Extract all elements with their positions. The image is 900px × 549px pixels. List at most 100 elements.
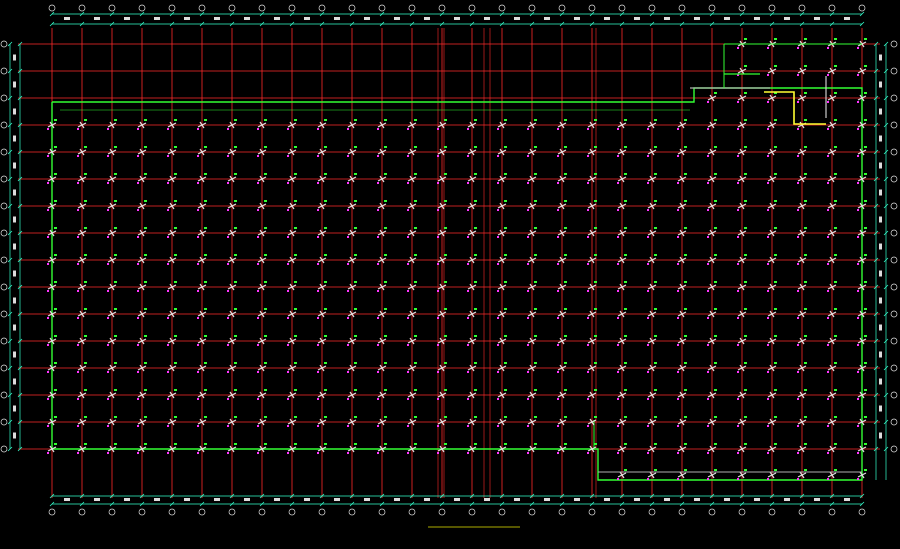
pile-dot bbox=[407, 317, 409, 319]
pile-tag bbox=[744, 119, 747, 121]
pile-dot bbox=[77, 236, 79, 238]
pile-dot bbox=[617, 344, 619, 346]
pile-tag bbox=[564, 254, 567, 256]
pile-dot bbox=[797, 236, 799, 238]
pile-dot bbox=[107, 344, 109, 346]
pile-tag bbox=[204, 200, 207, 202]
pile-dot bbox=[677, 317, 679, 319]
pile-dot bbox=[167, 452, 169, 454]
pile-dot bbox=[287, 263, 289, 265]
pile-tag bbox=[294, 362, 297, 364]
pile-dot bbox=[377, 371, 379, 373]
pile-tag bbox=[804, 200, 807, 202]
pile-dot bbox=[737, 155, 739, 157]
pile-dot bbox=[167, 236, 169, 238]
pile-dot bbox=[677, 128, 679, 130]
pile-dot bbox=[737, 317, 739, 319]
pile-tag bbox=[84, 146, 87, 148]
pile-tag bbox=[144, 254, 147, 256]
pile-tag bbox=[474, 227, 477, 229]
pile-tag bbox=[174, 416, 177, 418]
pile-tag bbox=[234, 227, 237, 229]
pile-dot bbox=[467, 317, 469, 319]
pile-dot bbox=[797, 371, 799, 373]
pile-dot bbox=[857, 101, 859, 103]
pile-tag bbox=[234, 119, 237, 121]
pile-tag bbox=[474, 173, 477, 175]
pile-tag bbox=[114, 119, 117, 121]
pile-dot bbox=[797, 263, 799, 265]
pile-tag bbox=[324, 254, 327, 256]
pile-dot bbox=[797, 425, 799, 427]
pile-dot bbox=[77, 398, 79, 400]
pile-tag bbox=[324, 119, 327, 121]
pile-dot bbox=[557, 128, 559, 130]
pile-dot bbox=[767, 290, 769, 292]
pile-dot bbox=[287, 398, 289, 400]
pile-dot bbox=[677, 425, 679, 427]
pile-dot bbox=[827, 290, 829, 292]
pile-tag bbox=[384, 227, 387, 229]
pile-tag bbox=[204, 362, 207, 364]
pile-dot bbox=[437, 317, 439, 319]
pile-tag bbox=[264, 335, 267, 337]
pile-tag bbox=[414, 389, 417, 391]
pile-tag bbox=[84, 335, 87, 337]
pile-dot bbox=[737, 425, 739, 427]
dim-text-mark bbox=[879, 297, 882, 304]
pile-dot bbox=[227, 290, 229, 292]
pile-tag bbox=[804, 173, 807, 175]
pile-dot bbox=[257, 236, 259, 238]
pile-dot bbox=[677, 398, 679, 400]
dim-text-mark bbox=[879, 54, 882, 61]
pile-tag bbox=[294, 254, 297, 256]
pile-tag bbox=[714, 281, 717, 283]
pile-dot bbox=[47, 317, 49, 319]
pile-tag bbox=[294, 335, 297, 337]
pile-tag bbox=[324, 308, 327, 310]
pile-dot bbox=[167, 317, 169, 319]
pile-dot bbox=[617, 317, 619, 319]
pile-tag bbox=[54, 173, 57, 175]
pile-dot bbox=[77, 155, 79, 157]
pile-dot bbox=[77, 263, 79, 265]
pile-tag bbox=[234, 173, 237, 175]
pile-tag bbox=[54, 389, 57, 391]
pile-dot bbox=[77, 452, 79, 454]
dim-text-mark bbox=[13, 135, 16, 142]
pile-tag bbox=[594, 200, 597, 202]
pile-tag bbox=[654, 362, 657, 364]
pile-dot bbox=[647, 209, 649, 211]
pile-dot bbox=[497, 344, 499, 346]
pile-tag bbox=[594, 416, 597, 418]
pile-dot bbox=[617, 263, 619, 265]
pile-tag bbox=[774, 281, 777, 283]
pile-tag bbox=[84, 254, 87, 256]
dim-text-mark bbox=[13, 297, 16, 304]
pile-dot bbox=[197, 209, 199, 211]
pile-dot bbox=[107, 182, 109, 184]
pile-dot bbox=[377, 236, 379, 238]
pile-tag bbox=[504, 389, 507, 391]
pile-dot bbox=[707, 182, 709, 184]
pile-tag bbox=[144, 362, 147, 364]
pile-tag bbox=[714, 389, 717, 391]
pile-dot bbox=[767, 425, 769, 427]
pile-tag bbox=[804, 335, 807, 337]
pile-tag bbox=[264, 254, 267, 256]
pile-tag bbox=[174, 173, 177, 175]
pile-dot bbox=[737, 128, 739, 130]
pile-tag bbox=[864, 416, 867, 418]
pile-tag bbox=[444, 362, 447, 364]
pile-tag bbox=[624, 200, 627, 202]
pile-dot bbox=[347, 236, 349, 238]
pile-dot bbox=[767, 452, 769, 454]
pile-tag bbox=[354, 416, 357, 418]
pile-tag bbox=[774, 308, 777, 310]
pile-tag bbox=[54, 281, 57, 283]
pile-tag bbox=[264, 308, 267, 310]
pile-tag bbox=[474, 362, 477, 364]
pile-dot bbox=[707, 209, 709, 211]
pile-tag bbox=[294, 443, 297, 445]
dim-text-mark bbox=[13, 81, 16, 88]
